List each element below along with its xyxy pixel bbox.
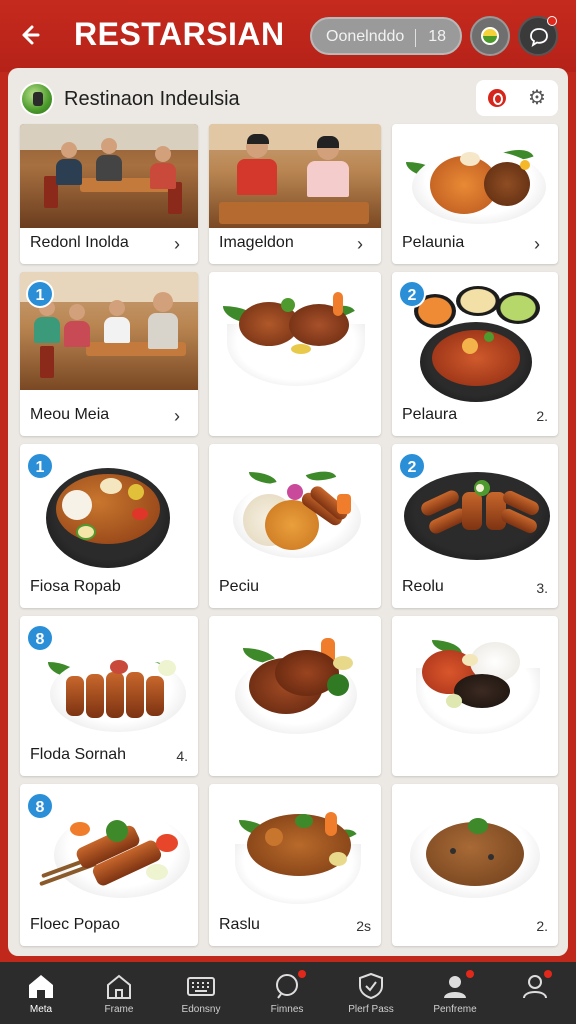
chevron-right-icon: › xyxy=(174,406,180,426)
card-label: Peciu xyxy=(219,578,260,595)
home-icon xyxy=(29,975,53,998)
count-badge: 1 xyxy=(26,452,54,480)
restaurant-logo-icon[interactable] xyxy=(470,16,510,56)
card-label: Floda Sornah xyxy=(30,746,127,763)
nav-fimnes[interactable]: Fimnes xyxy=(246,962,328,1024)
chevron-right-icon: › xyxy=(174,234,180,254)
restaurant-photo xyxy=(20,124,198,228)
notification-dot xyxy=(547,16,557,26)
card-label: Pelaura xyxy=(402,406,458,423)
search-text: Oonelnddo xyxy=(326,28,405,45)
keyboard-icon xyxy=(187,977,215,996)
food-card[interactable]: Peciu xyxy=(209,444,381,608)
food-card[interactable]: 8 Floec Popao xyxy=(20,784,198,946)
food-card[interactable] xyxy=(209,616,381,776)
card-label: Fiosa Ropab xyxy=(30,578,121,595)
food-card[interactable]: Raslu 2s xyxy=(209,784,381,946)
food-card[interactable]: 8 Floda Sornah 4. xyxy=(20,616,198,776)
app-header: RESTARSIAN Oonelnddo 18 xyxy=(0,0,576,72)
nav-label: Edonsny xyxy=(181,1004,221,1015)
chevron-right-icon: › xyxy=(357,234,363,254)
nav-notification-dot xyxy=(544,970,552,978)
search-pill[interactable]: Oonelnddo 18 xyxy=(310,17,462,55)
food-card[interactable]: 2 Pelaura 2. xyxy=(392,272,558,436)
dish-image xyxy=(392,784,558,912)
food-card[interactable]: 1 Meou Meia › xyxy=(20,272,198,436)
arrow-left-icon[interactable] xyxy=(14,20,44,50)
card-count: 3. xyxy=(536,580,548,596)
dish-image xyxy=(209,444,381,572)
card-count: 2s xyxy=(356,918,371,934)
food-card[interactable]: 1 Fiosa Ropab xyxy=(20,444,198,608)
nav-profile[interactable] xyxy=(494,962,576,1024)
nav-label: Fimnes xyxy=(270,1004,304,1015)
food-card[interactable]: 2 Reolu 3. xyxy=(392,444,558,608)
tomato-icon[interactable] xyxy=(488,89,506,107)
bottom-nav: Meta Frame Edonsny Fimnes Plerf Pass Pen… xyxy=(0,962,576,1024)
nav-label: Plerf Pass xyxy=(348,1004,394,1015)
restaurant-name: Restinaon Indeulsia xyxy=(64,88,240,110)
nav-edonsny[interactable]: Edonsny xyxy=(160,962,242,1024)
content-panel: Restinaon Indeulsia ⚙ Redonl Inolda › Im… xyxy=(8,68,568,956)
card-label: Imageldon xyxy=(219,234,294,251)
nav-label: Penfreme xyxy=(433,1004,477,1015)
card-label: Raslu xyxy=(219,916,260,933)
count-badge: 8 xyxy=(26,792,54,820)
nav-home[interactable]: Meta xyxy=(0,962,82,1024)
card-label: Pelaunia xyxy=(402,234,465,251)
food-card[interactable]: 2. xyxy=(392,784,558,946)
dish-image xyxy=(392,616,558,744)
shield-icon xyxy=(359,972,383,1000)
dish-image xyxy=(209,616,381,744)
house-outline-icon xyxy=(107,974,131,999)
restaurant-photo xyxy=(209,124,381,228)
count-badge: 8 xyxy=(26,624,54,652)
chevron-right-icon: › xyxy=(534,234,540,254)
count-badge: 2 xyxy=(398,452,426,480)
nav-notification-dot xyxy=(298,970,306,978)
count-badge: 2 xyxy=(398,280,426,308)
nav-plerf-pass[interactable]: Plerf Pass xyxy=(330,962,412,1024)
search-divider xyxy=(415,29,416,47)
count-badge: 1 xyxy=(26,280,54,308)
food-grid: Redonl Inolda › Imageldon › Pelaunia › 1… xyxy=(20,124,558,950)
dish-image xyxy=(209,272,381,400)
search-chat-icon xyxy=(276,974,298,999)
dish-image xyxy=(209,784,381,912)
nav-frame[interactable]: Frame xyxy=(78,962,160,1024)
food-card[interactable]: Redonl Inolda › xyxy=(20,124,198,264)
card-label: Redonl Inolda xyxy=(30,234,129,251)
dish-image xyxy=(392,124,558,252)
card-label: Floec Popao xyxy=(30,916,120,933)
search-count: 18 xyxy=(428,28,446,45)
chat-bubble-icon[interactable] xyxy=(518,16,558,56)
restaurant-avatar xyxy=(20,82,54,116)
nav-notification-dot xyxy=(466,970,474,978)
card-label: Meou Meia xyxy=(30,406,110,423)
food-card[interactable]: Pelaunia › xyxy=(392,124,558,264)
card-label: Reolu xyxy=(402,578,444,595)
card-count: 2. xyxy=(536,408,548,424)
person-card-icon xyxy=(444,976,466,998)
card-count: 2. xyxy=(536,918,548,934)
restaurant-bar: Restinaon Indeulsia ⚙ xyxy=(8,68,568,124)
food-card[interactable] xyxy=(209,272,381,436)
food-card[interactable]: Imageldon › xyxy=(209,124,381,264)
food-card[interactable] xyxy=(392,616,558,776)
card-count: 4. xyxy=(176,748,188,764)
restaurant-actions: ⚙ xyxy=(476,80,558,116)
app-title: RESTARSIAN xyxy=(74,16,285,52)
gear-icon[interactable]: ⚙ xyxy=(528,87,546,109)
nav-penfreme[interactable]: Penfreme xyxy=(414,962,496,1024)
nav-label: Frame xyxy=(104,1004,134,1015)
nav-label: Meta xyxy=(29,1004,53,1015)
